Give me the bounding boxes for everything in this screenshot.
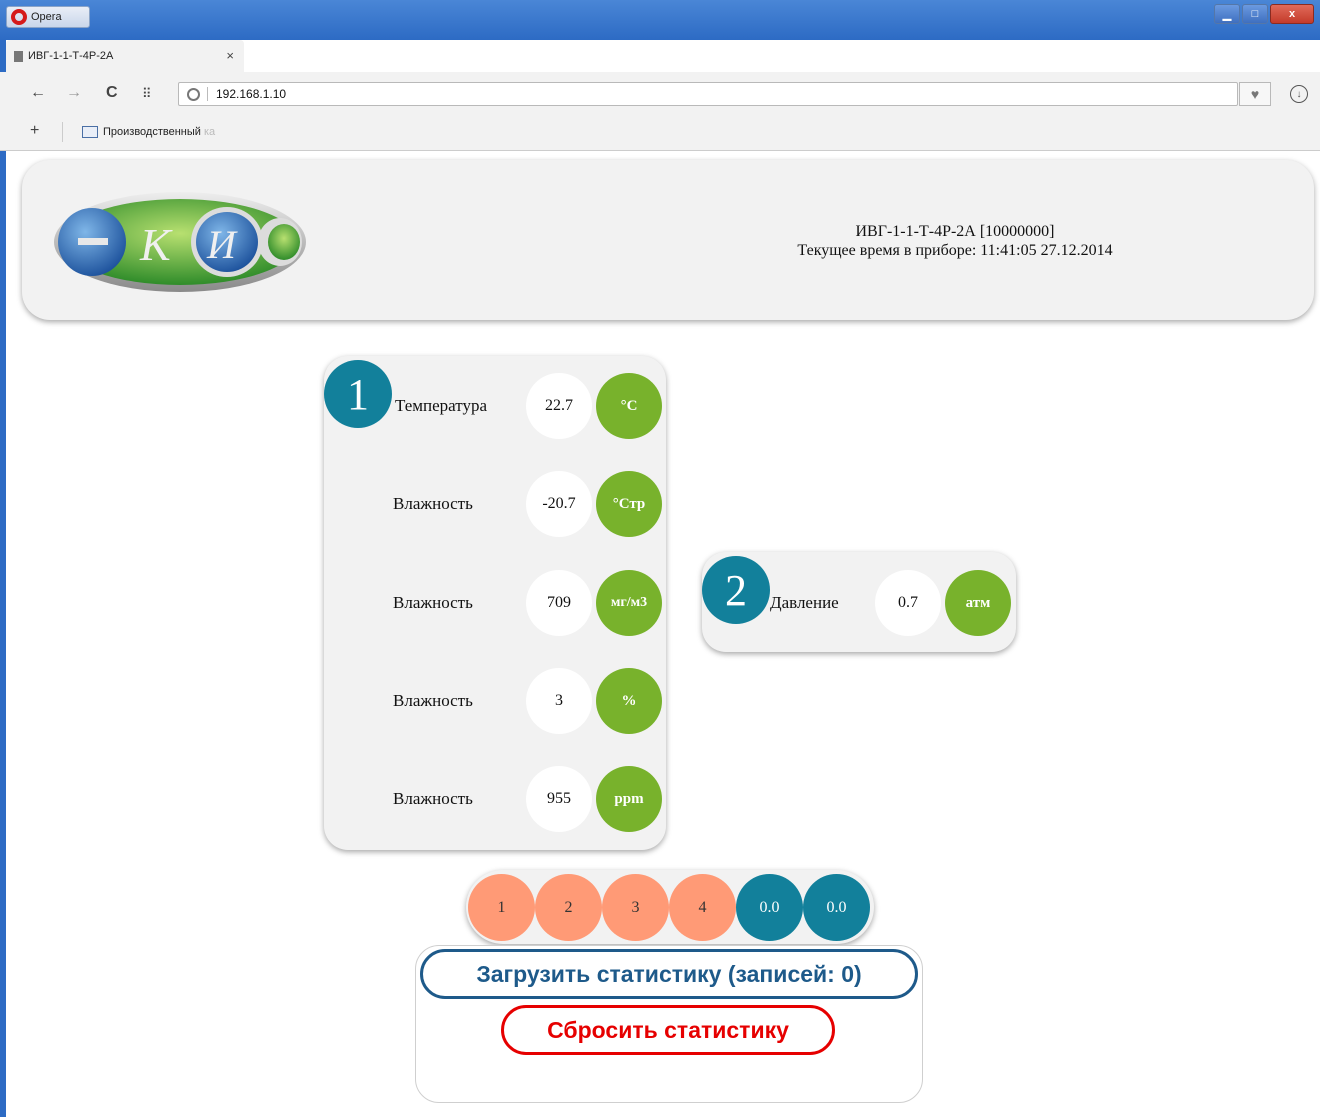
counter-1-indicator: 0.0 bbox=[736, 874, 803, 941]
svg-text:К: К bbox=[139, 219, 173, 270]
channel-1-badge: 1 bbox=[324, 360, 392, 428]
channel-1-row-3-label: Влажность bbox=[393, 593, 473, 612]
channel-1-row-5-label: Влажность bbox=[393, 789, 473, 808]
reload-icon[interactable]: C bbox=[106, 84, 118, 102]
channel-1-row-2-unit: °Стр bbox=[596, 471, 662, 537]
channel-1-row-5-value: 955 bbox=[526, 766, 592, 832]
relay-1-indicator: 1 bbox=[468, 874, 535, 941]
maximize-button[interactable]: □ bbox=[1242, 4, 1268, 24]
channel-1-row-2-value: -20.7 bbox=[526, 471, 592, 537]
relay-4-indicator: 4 bbox=[669, 874, 736, 941]
bookmark-icon bbox=[82, 126, 98, 138]
relay-2-indicator: 2 bbox=[535, 874, 602, 941]
channel-1-row-5-unit: ppm bbox=[596, 766, 662, 832]
channel-1-row-2-label: Влажность bbox=[393, 494, 473, 513]
browser-tab[interactable]: ИВГ-1-1-Т-4Р-2А × bbox=[6, 40, 244, 72]
address-url: 192.168.1.10 bbox=[216, 87, 287, 101]
heart-icon[interactable]: ♥ bbox=[1239, 82, 1271, 106]
device-time: Текущее время в приборе: 11:41:05 27.12.… bbox=[797, 242, 1113, 259]
channel-1-row-3-value: 709 bbox=[526, 570, 592, 636]
channel-1-row-3-unit: мг/м3 bbox=[596, 570, 662, 636]
page-icon bbox=[14, 50, 23, 62]
close-window-button[interactable]: x bbox=[1270, 4, 1314, 24]
load-statistics-button[interactable]: Загрузить статистику (записей: 0) bbox=[420, 949, 918, 999]
tab-title: ИВГ-1-1-Т-4Р-2А bbox=[28, 50, 114, 62]
tab-close-icon[interactable]: × bbox=[226, 48, 234, 63]
add-bookmark-icon[interactable]: + bbox=[30, 122, 39, 140]
svg-text:И: И bbox=[206, 222, 238, 267]
window-titlebar bbox=[0, 0, 1320, 40]
window-border bbox=[0, 40, 6, 1117]
reset-statistics-button[interactable]: Сбросить статистику bbox=[501, 1005, 835, 1055]
channel-1-row-1-label: Температура bbox=[395, 396, 488, 415]
speed-dial-icon[interactable]: ⠿ bbox=[142, 86, 152, 102]
relay-3-indicator: 3 bbox=[602, 874, 669, 941]
device-name: ИВГ-1-1-Т-4Р-2А [10000000] bbox=[855, 223, 1055, 240]
bookmarks-separator bbox=[62, 122, 63, 142]
counter-2-indicator: 0.0 bbox=[803, 874, 870, 941]
channel-1-row-1-unit: °C bbox=[596, 373, 662, 439]
opera-logo-icon bbox=[11, 9, 27, 25]
channel-2-row-1-unit: атм bbox=[945, 570, 1011, 636]
channel-2-row-1-value: 0.7 bbox=[875, 570, 941, 636]
globe-icon bbox=[187, 87, 200, 101]
channel-2-badge: 2 bbox=[702, 556, 770, 624]
channel-1-row-4-unit: % bbox=[596, 668, 662, 734]
minimize-button[interactable]: ▁ bbox=[1214, 4, 1240, 24]
opera-menu-button[interactable]: Opera bbox=[6, 6, 90, 28]
back-arrow-icon[interactable]: ← bbox=[30, 84, 46, 102]
opera-menu-label: Opera bbox=[31, 11, 62, 23]
forward-arrow-icon[interactable]: → bbox=[66, 84, 82, 102]
channel-1-row-4-label: Влажность bbox=[393, 691, 473, 710]
address-bar[interactable]: 192.168.1.10 bbox=[178, 82, 1238, 106]
channel-1-row-1-value: 22.7 bbox=[526, 373, 592, 439]
new-tab-button[interactable]: + bbox=[254, 44, 265, 65]
bookmark-label: Производственный ка bbox=[103, 126, 216, 138]
ekis-logo: К И bbox=[54, 192, 306, 292]
address-separator bbox=[207, 87, 208, 101]
download-icon[interactable]: ↓ bbox=[1290, 85, 1308, 103]
channel-2-row-1-label: Давление bbox=[770, 593, 839, 612]
bookmark-item[interactable]: Производственный ка bbox=[82, 126, 215, 138]
device-info: ИВГ-1-1-Т-4Р-2А [10000000] Текущее время… bbox=[700, 222, 1210, 260]
channel-1-row-4-value: 3 bbox=[526, 668, 592, 734]
window-controls: ▁ □ x bbox=[1214, 4, 1314, 24]
